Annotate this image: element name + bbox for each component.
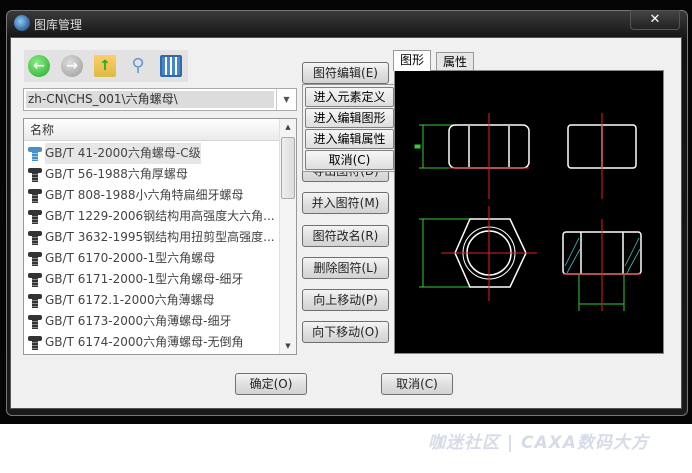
- nut-symbol-icon: [28, 230, 42, 245]
- delete-symbol-button[interactable]: 删除图符(L): [302, 257, 389, 279]
- tab-attributes[interactable]: 属性: [436, 52, 475, 72]
- nut-symbol-icon: [28, 167, 42, 182]
- edit-menu: 进入元素定义(E) 进入编辑图形(D) 进入编辑属性(P) 取消(C): [302, 84, 395, 172]
- list-item[interactable]: GB/T 3632-1995钢结构用扭剪型高强度...: [26, 227, 280, 248]
- view-icon[interactable]: [160, 55, 182, 77]
- list-item-label: GB/T 6171-2000-1型六角螺母-细牙: [45, 272, 244, 286]
- watermark: 咖迷社区 | CAXA数码大方: [428, 433, 649, 453]
- list-item[interactable]: GB/T 6173-2000六角薄螺母-细牙: [26, 311, 280, 332]
- nut-symbol-icon: [28, 188, 42, 203]
- list-item-label: GB/T 6170-2000-1型六角螺母: [45, 251, 216, 265]
- list-item-label: GB/T 56-1988六角厚螺母: [45, 167, 188, 181]
- list-item-label: GB/T 6173-2000六角薄螺母-细牙: [45, 314, 232, 328]
- dimensions: [414, 124, 625, 311]
- tab-graphic[interactable]: 图形: [393, 50, 432, 71]
- forward-icon[interactable]: →: [61, 55, 83, 77]
- ok-button[interactable]: 确定(O): [235, 373, 307, 395]
- list-item[interactable]: GB/T 6170-2000-1型六角螺母: [26, 248, 280, 269]
- list-item[interactable]: GB/T 56-1988六角厚螺母: [26, 164, 280, 185]
- menu-item-edit-attribute[interactable]: 进入编辑属性(P): [305, 129, 394, 164]
- list-scrollbar[interactable]: ▲ ▼: [279, 119, 296, 354]
- toolbar: ← → ↑ ⚲: [24, 50, 188, 82]
- scroll-down-icon[interactable]: ▼: [280, 338, 296, 354]
- centerlines: [441, 113, 641, 311]
- app-icon: [14, 15, 30, 31]
- list-item[interactable]: GB/T 1229-2006钢结构用高强度大六角...: [26, 206, 280, 227]
- rename-symbol-button[interactable]: 图符改名(R): [302, 225, 389, 247]
- chevron-down-icon[interactable]: ▼: [276, 89, 296, 110]
- column-header-name[interactable]: 名称: [24, 119, 280, 141]
- symbol-preview: [394, 70, 664, 354]
- close-button[interactable]: ✕: [630, 10, 680, 30]
- list-item-label: GB/T 1229-2006钢结构用高强度大六角...: [45, 209, 275, 223]
- nut-symbol-icon: [28, 146, 42, 161]
- nut-symbol-icon: [28, 314, 42, 329]
- path-value: zh-CN\CHS_001\六角螺母\: [26, 91, 274, 108]
- move-up-button[interactable]: 向上移动(P): [302, 289, 389, 311]
- scroll-up-icon[interactable]: ▲: [280, 119, 296, 135]
- outlines: [448, 124, 642, 288]
- window-title: 图库管理: [34, 18, 83, 32]
- list-item-label: GB/T 41-2000六角螺母-C级: [45, 143, 201, 164]
- search-icon[interactable]: ⚲: [127, 55, 149, 77]
- move-down-button[interactable]: 向下移动(O): [302, 321, 389, 343]
- scroll-thumb[interactable]: [281, 137, 295, 199]
- menu-item-edit-graphic[interactable]: 进入编辑图形(D): [305, 108, 394, 143]
- back-icon[interactable]: ←: [28, 55, 50, 77]
- path-combobox[interactable]: zh-CN\CHS_001\六角螺母\ ▼: [23, 88, 297, 111]
- menu-item-cancel[interactable]: 取消(C): [305, 150, 394, 170]
- list-item[interactable]: GB/T 6174-2000六角薄螺母-无倒角: [26, 332, 280, 353]
- nut-symbol-icon: [28, 293, 42, 308]
- edit-symbol-button[interactable]: 图符编辑(E): [302, 62, 389, 84]
- menu-item-element-define[interactable]: 进入元素定义(E): [305, 87, 394, 122]
- list-item[interactable]: GB/T 41-2000六角螺母-C级: [26, 143, 280, 164]
- nut-symbol-icon: [28, 272, 42, 287]
- list-item-label: GB/T 3632-1995钢结构用扭剪型高强度...: [45, 230, 275, 244]
- nut-drawing: [414, 113, 642, 311]
- nut-symbol-icon: [28, 251, 42, 266]
- nut-symbol-icon: [28, 335, 42, 350]
- list-item-label: GB/T 6174-2000六角薄螺母-无倒角: [45, 335, 244, 349]
- list-item-label: GB/T 808-1988小六角特扁细牙螺母: [45, 188, 244, 202]
- merge-symbol-button[interactable]: 并入图符(M): [302, 192, 389, 214]
- symbol-list: 名称 GB/T 41-2000六角螺母-C级 GB/T 56-1988六角厚螺母 G…: [23, 118, 297, 355]
- list-item[interactable]: GB/T 6171-2000-1型六角螺母-细牙: [26, 269, 280, 290]
- list-item[interactable]: GB/T 6172.1-2000六角薄螺母: [26, 290, 280, 311]
- list-item[interactable]: GB/T 808-1988小六角特扁细牙螺母: [26, 185, 280, 206]
- cancel-button[interactable]: 取消(C): [381, 373, 453, 395]
- folder-up-icon[interactable]: ↑: [94, 55, 116, 77]
- list-item-label: GB/T 6172.1-2000六角薄螺母: [45, 293, 215, 307]
- nut-symbol-icon: [28, 209, 42, 224]
